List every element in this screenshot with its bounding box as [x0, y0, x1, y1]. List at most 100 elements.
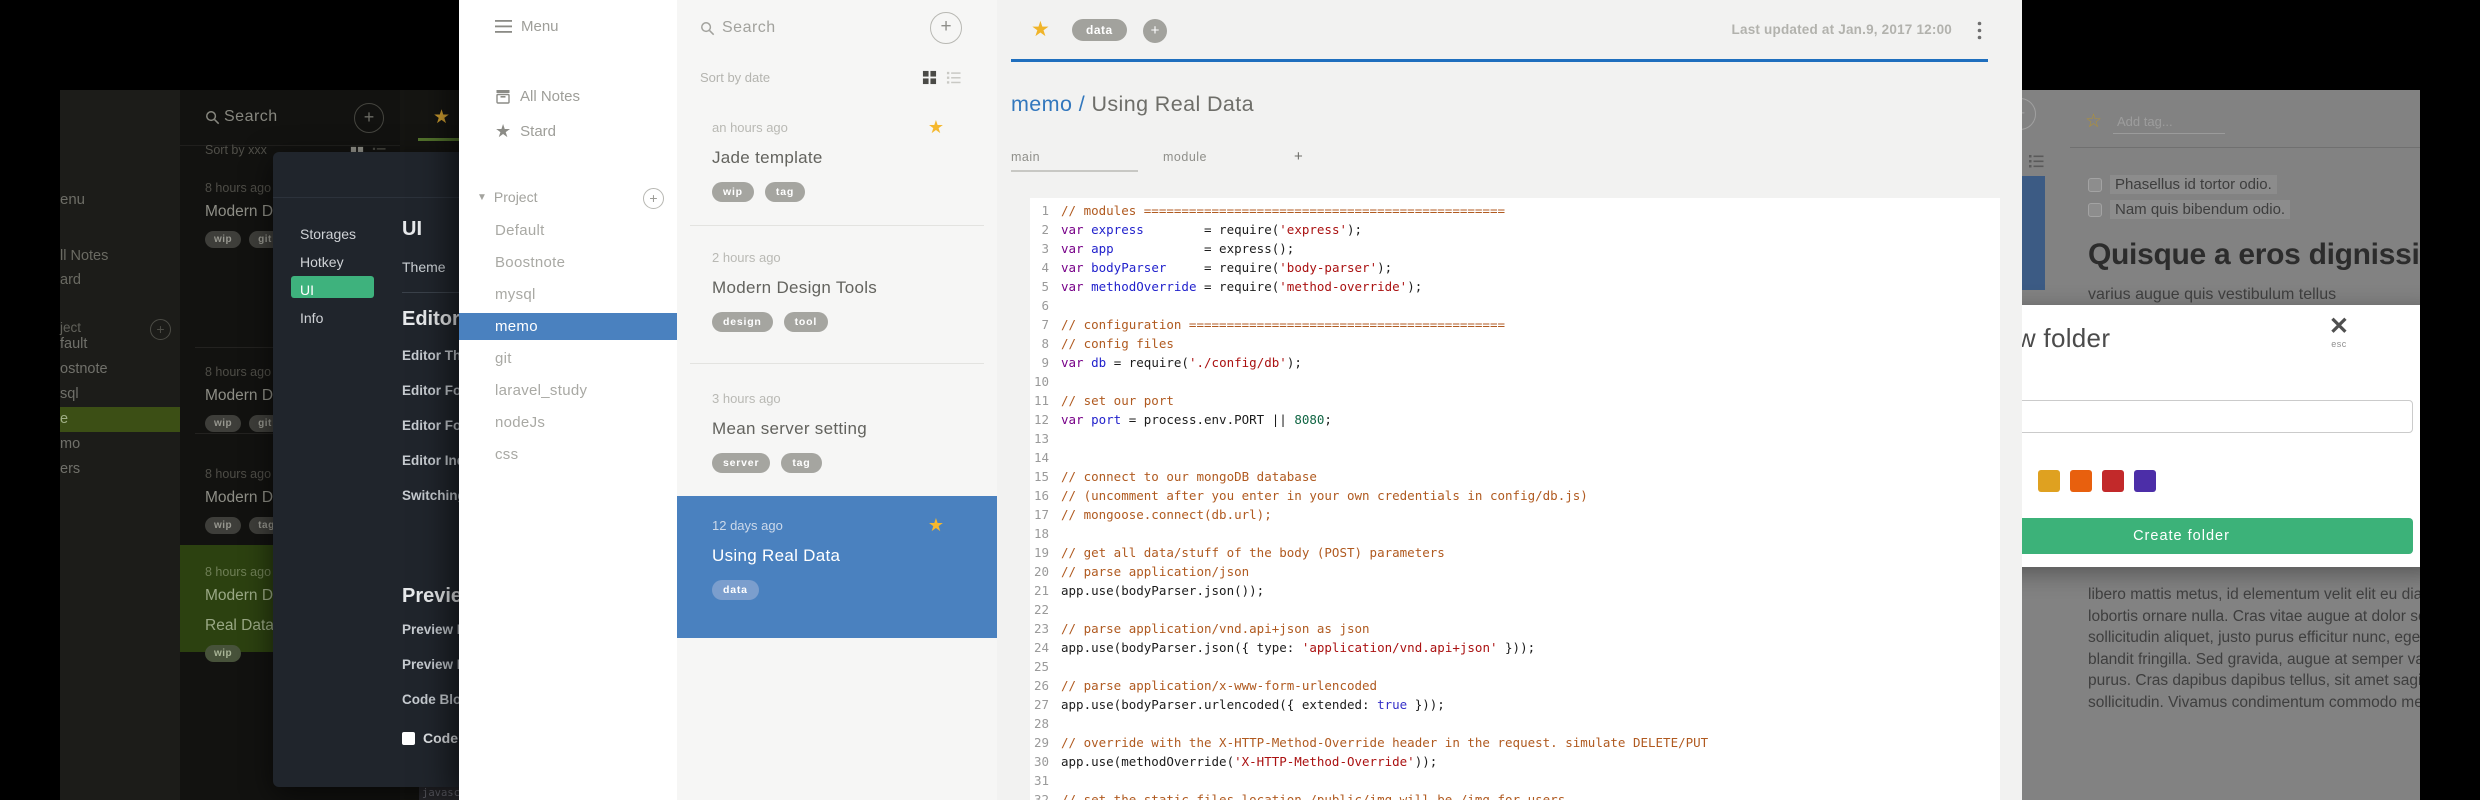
code-token: = require(	[1166, 260, 1280, 275]
code-token: 'body-parser'	[1279, 260, 1378, 275]
note-card[interactable]: 2 hours ago Modern Design Tools design tool	[677, 250, 997, 332]
settings-item[interactable]: Editor Th	[402, 348, 459, 383]
note-timestamp: 3 hours ago	[712, 391, 781, 406]
list-view-icon[interactable]	[946, 70, 961, 85]
folder-name-input[interactable]	[2022, 400, 2413, 433]
code-token: }));	[1497, 640, 1536, 655]
sidebar-folder-mysql[interactable]: mysql	[459, 279, 677, 311]
sidebar-item-starred[interactable]: ★ Stard	[495, 122, 556, 140]
menu-button[interactable]: Menu	[495, 18, 559, 35]
add-tag-button[interactable]: +	[1143, 19, 1167, 43]
dark-folder-list: fault ostnote sql e mo ers	[60, 332, 180, 482]
tag-badge[interactable]: wip	[205, 517, 242, 534]
grid-view-icon[interactable]	[922, 70, 937, 85]
sort-label[interactable]: Sort by date	[700, 70, 770, 85]
create-folder-button[interactable]: Create folder	[2022, 518, 2413, 554]
line-content: var port = process.env.PORT || 8080;	[1056, 410, 1332, 429]
sidebar-folder-git[interactable]: git	[459, 343, 677, 375]
tag-badge[interactable]: server	[712, 453, 771, 473]
breadcrumb-folder[interactable]: memo	[1011, 92, 1072, 116]
settings-nav-item-hotkey[interactable]: Hotkey	[273, 248, 388, 276]
dark-folder-item[interactable]: sql	[60, 382, 180, 407]
tag-badge[interactable]: tool	[783, 312, 829, 332]
sidebar-folder-Boostnote[interactable]: Boostnote	[459, 247, 677, 279]
search-input[interactable]: Search	[722, 19, 776, 37]
code-token: = process.env.PORT ||	[1121, 412, 1295, 427]
sidebar-folder-css[interactable]: css	[459, 439, 677, 471]
code-line: 28	[1030, 714, 2000, 733]
sidebar-item-all-notes[interactable]: All Notes	[495, 88, 580, 105]
dark-sidebar-item-all-notes[interactable]: ll Notes	[60, 248, 108, 264]
dark-folder-item[interactable]: ers	[60, 457, 180, 482]
star-icon[interactable]: ★	[1031, 17, 1050, 42]
add-folder-button[interactable]: +	[643, 188, 664, 209]
tab-module[interactable]: module	[1163, 150, 1207, 164]
dark-sidebar-item-starred[interactable]: ard	[60, 272, 81, 288]
code-token: 'express'	[1279, 222, 1347, 237]
code-editor[interactable]: 1 // modules ============================…	[1030, 198, 2000, 800]
dark-folder-item[interactable]: mo	[60, 432, 180, 457]
sidebar-folder-nodeJs[interactable]: nodeJs	[459, 407, 677, 439]
dark-folder-item[interactable]: ostnote	[60, 357, 180, 382]
tag-badge[interactable]: design	[712, 312, 773, 332]
sidebar-folder-laravel_study[interactable]: laravel_study	[459, 375, 677, 407]
tag-badge[interactable]: data	[712, 580, 759, 600]
code-token: var	[1061, 241, 1084, 256]
folder-color-swatch[interactable]	[2102, 470, 2124, 492]
sidebar-folder-memo[interactable]: memo	[459, 313, 677, 340]
tag-badge[interactable]: data	[1072, 19, 1127, 41]
star-icon[interactable]: ★	[928, 515, 944, 536]
settings-nav-item-info[interactable]: Info	[273, 304, 388, 332]
line-content: app.use(bodyParser.json({ type: 'applica…	[1056, 638, 1535, 657]
folder-color-swatch[interactable]	[2134, 470, 2156, 492]
dark-folder-item[interactable]: e	[60, 407, 180, 432]
kebab-menu-icon[interactable]	[1977, 21, 1982, 40]
tag-badge[interactable]: tag	[781, 453, 822, 473]
settings-item[interactable]: Preview F	[402, 622, 459, 657]
line-number: 30	[1033, 754, 1049, 769]
code-token: express	[1091, 222, 1144, 237]
settings-item[interactable]: Switching	[402, 488, 459, 523]
line-number: 20	[1033, 564, 1049, 579]
line-content: app.use(methodOverride('X-HTTP-Method-Ov…	[1056, 752, 1437, 771]
line-content	[1056, 429, 1069, 448]
add-tab-button[interactable]: +	[1294, 148, 1303, 165]
line-number: 31	[1033, 773, 1049, 788]
note-card[interactable]: 3 hours ago Mean server setting server tag	[677, 391, 997, 473]
tag-badge[interactable]: wip	[205, 645, 242, 662]
project-section-header[interactable]: ▼ Project	[477, 189, 537, 205]
tab-main[interactable]: main	[1011, 150, 1040, 164]
tag-badge[interactable]: wip	[205, 415, 242, 432]
settings-item[interactable]: Editor Ind	[402, 453, 459, 488]
star-icon[interactable]: ★	[928, 117, 944, 138]
tag-badge[interactable]: wip	[712, 182, 754, 202]
settings-nav-item-storages[interactable]: Storages	[273, 220, 388, 248]
note-card[interactable]: 12 days ago ★ Using Real Data data	[677, 496, 997, 638]
dark-folder-item[interactable]: fault	[60, 332, 180, 357]
settings-item[interactable]: Preview F	[402, 657, 459, 692]
code-line: 19 // get all data/stuff of the body (POS…	[1030, 543, 2000, 562]
note-card[interactable]: an hours ago ★ Jade template wip tag	[677, 117, 997, 202]
tag-badge[interactable]: wip	[205, 231, 242, 248]
settings-item[interactable]: Editor Fo	[402, 418, 459, 453]
star-icon[interactable]: ★	[433, 106, 450, 129]
settings-theme-label[interactable]: Theme	[402, 259, 446, 275]
note-timestamp: 2 hours ago	[712, 250, 781, 265]
folder-color-swatch[interactable]	[2070, 470, 2092, 492]
tag-badge[interactable]: tag	[764, 182, 806, 202]
code-line: 8 // config files	[1030, 334, 2000, 353]
sidebar-folder-Default[interactable]: Default	[459, 215, 677, 247]
checkbox-icon[interactable]	[402, 731, 415, 745]
right-overlay-panel: + ☆ Add tag... Phasellus id tortor odio.…	[2022, 0, 2480, 800]
code-token: // set the static files location /public…	[1061, 792, 1566, 800]
dark-menu-label[interactable]: enu	[60, 191, 85, 208]
archive-icon	[495, 89, 511, 104]
dialog-close-button[interactable]: ✕ esc	[2329, 315, 2349, 350]
settings-item[interactable]: Editor Fo	[402, 383, 459, 418]
settings-item[interactable]: Code Blo	[402, 692, 459, 727]
line-number: 12	[1033, 412, 1049, 427]
settings-code-checkbox-row[interactable]: Code E	[402, 730, 459, 746]
new-note-button[interactable]: +	[930, 12, 962, 44]
settings-nav-item-ui[interactable]: UI	[291, 276, 374, 298]
folder-color-swatch[interactable]	[2038, 470, 2060, 492]
